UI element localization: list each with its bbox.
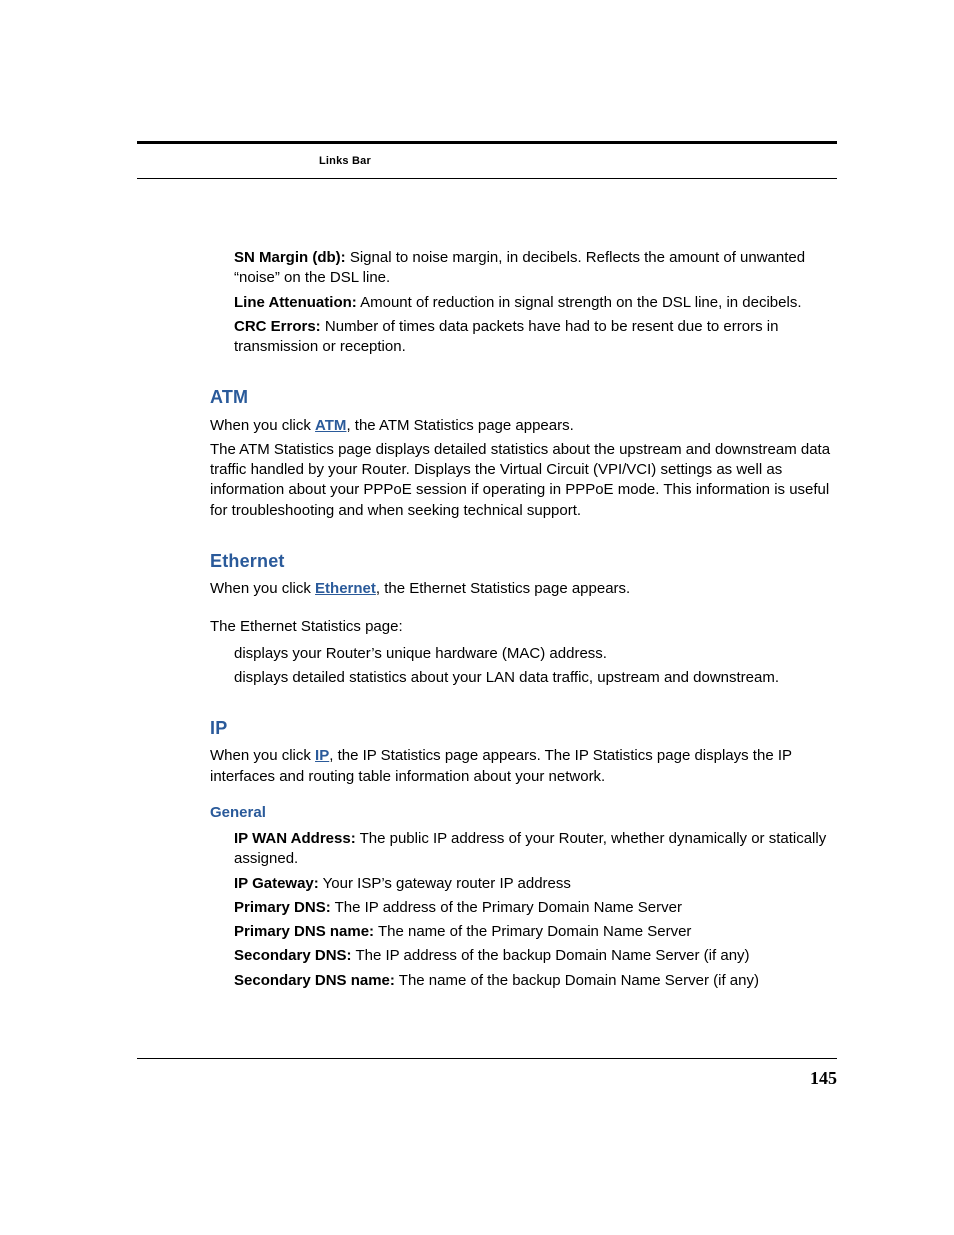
term-primary-dns-name: Primary DNS name: <box>234 923 374 940</box>
dsl-definitions: SN Margin (db): Signal to noise margin, … <box>210 248 837 357</box>
header-thin-rule <box>137 178 837 179</box>
general-definitions: IP WAN Address: The public IP address of… <box>210 829 837 991</box>
def-primary-dns-name: The name of the Primary Domain Name Serv… <box>378 923 691 940</box>
eth-intro: When you click Ethernet, the Ethernet St… <box>210 579 837 599</box>
term-primary-dns: Primary DNS: <box>234 899 331 916</box>
running-header: Links Bar <box>319 155 371 167</box>
subheading-general: General <box>210 803 837 823</box>
term-line-attenuation: Line Attenuation: <box>234 294 357 311</box>
def-secondary-dns: The IP address of the backup Domain Name… <box>355 947 749 964</box>
term-crc-errors: CRC Errors: <box>234 318 321 335</box>
term-ip-wan: IP WAN Address: <box>234 830 356 847</box>
term-sn-margin: SN Margin (db): <box>234 249 346 266</box>
eth-page-lead: The Ethernet Statistics page: <box>210 617 837 637</box>
list-item: displays your Router’s unique hardware (… <box>234 644 837 664</box>
def-ip-gateway: Your ISP’s gateway router IP address <box>323 875 571 892</box>
link-atm[interactable]: ATM <box>315 417 346 434</box>
eth-bullets: displays your Router’s unique hardware (… <box>210 644 837 689</box>
term-secondary-dns-name: Secondary DNS name: <box>234 972 395 989</box>
atm-body: The ATM Statistics page displays detaile… <box>210 440 837 521</box>
def-secondary-dns-name: The name of the backup Domain Name Serve… <box>399 972 759 989</box>
term-secondary-dns: Secondary DNS: <box>234 947 352 964</box>
term-ip-gateway: IP Gateway: <box>234 875 319 892</box>
page-number: 145 <box>810 1068 837 1089</box>
top-rule <box>137 141 837 144</box>
heading-ethernet: Ethernet <box>210 549 837 573</box>
heading-ip: IP <box>210 716 837 740</box>
link-ethernet[interactable]: Ethernet <box>315 580 376 597</box>
link-ip[interactable]: IP <box>315 747 329 764</box>
bottom-rule <box>137 1058 837 1059</box>
def-primary-dns: The IP address of the Primary Domain Nam… <box>335 899 682 916</box>
page-content: SN Margin (db): Signal to noise margin, … <box>210 248 837 995</box>
ip-intro: When you click IP, the IP Statistics pag… <box>210 746 837 787</box>
heading-atm: ATM <box>210 385 837 409</box>
atm-intro: When you click ATM, the ATM Statistics p… <box>210 416 837 436</box>
list-item: displays detailed statistics about your … <box>234 668 837 688</box>
def-line-attenuation: Amount of reduction in signal strength o… <box>360 294 801 311</box>
